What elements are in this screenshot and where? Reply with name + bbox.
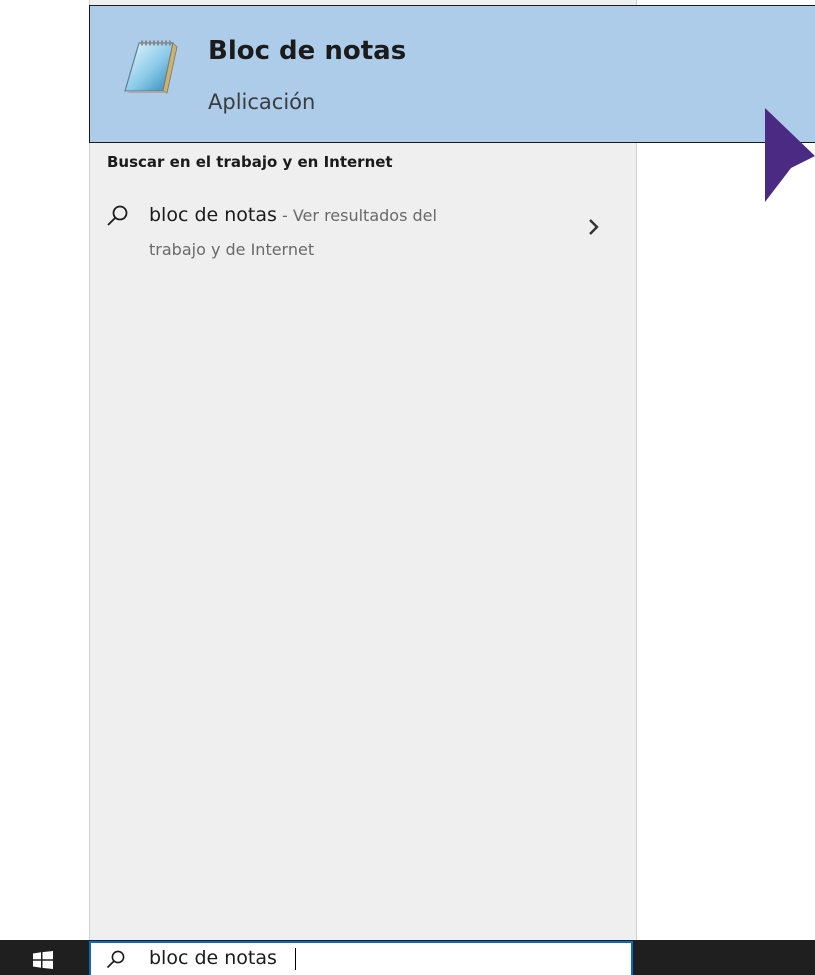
chevron-right-icon[interactable] [586,216,602,238]
app-type: Aplicación [208,90,316,114]
search-icon [107,205,128,226]
web-result-line1: bloc de notas - Ver resultados del [149,204,437,226]
search-icon [106,950,125,969]
web-result-hint-line2: trabajo y de Internet [149,240,315,259]
web-result-hint: - Ver resultados del [276,206,437,225]
taskbar-search-input[interactable]: bloc de notas [89,941,633,975]
app-title: Bloc de notas [208,36,407,66]
web-result-query: bloc de notas [149,204,277,226]
best-match-result[interactable]: Bloc de notas Aplicación [89,5,815,143]
notepad-icon [124,40,178,94]
text-caret [295,948,296,970]
windows-logo-icon[interactable] [33,951,53,969]
web-section-header: Buscar en el trabajo y en Internet [107,153,393,171]
search-screen: Bloc de notas Aplicación Buscar en el tr… [0,0,815,975]
pointer-cursor-icon [765,108,815,202]
web-search-result[interactable]: bloc de notas - Ver resultados del traba… [89,192,637,276]
search-query-text: bloc de notas [149,947,277,969]
